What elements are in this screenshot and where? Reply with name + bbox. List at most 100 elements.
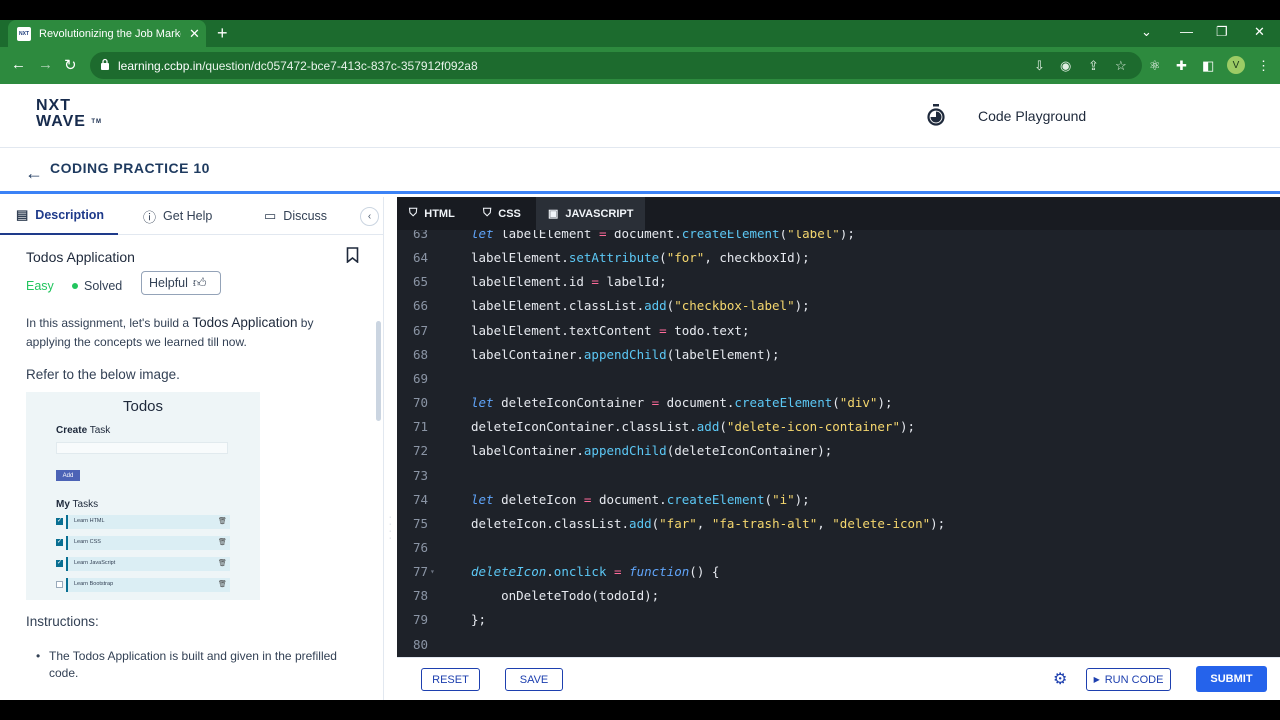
- eye-off-icon[interactable]: ◉: [1060, 58, 1071, 74]
- line-number: 67: [412, 322, 428, 338]
- collapse-panel-button[interactable]: ‹: [360, 207, 379, 226]
- window-restore-button[interactable]: ❐: [1216, 24, 1228, 40]
- gear-icon[interactable]: ⚙: [1053, 669, 1067, 689]
- menu-icon[interactable]: ⋮: [1257, 58, 1270, 74]
- reload-icon[interactable]: ↻: [64, 56, 77, 74]
- extensions-icon[interactable]: ✚: [1176, 58, 1187, 74]
- nxtwave-logo[interactable]: NXT WAVE TM: [36, 98, 102, 130]
- new-tab-button[interactable]: +: [217, 23, 228, 44]
- bookmark-icon[interactable]: [346, 247, 359, 263]
- code-text: let labelElement = document.createElemen…: [471, 230, 855, 241]
- preview-task-item: Learn Bootstrap 🗑︎: [56, 578, 230, 592]
- react-extension-icon[interactable]: ⚛: [1149, 58, 1161, 74]
- code-line[interactable]: 73: [397, 464, 1280, 488]
- stopwatch-icon[interactable]: [926, 104, 946, 126]
- code-line[interactable]: 79};: [397, 608, 1280, 632]
- trash-icon: 🗑︎: [218, 518, 227, 525]
- code-text: labelElement.textContent = todo.text;: [471, 322, 750, 338]
- address-bar[interactable]: learning.ccbp.in/question/dc057472-bce7-…: [90, 52, 1142, 79]
- editor-action-bar: RESET SAVE ⚙ ▶ RUN CODE SUBMIT: [397, 657, 1280, 700]
- preview-add-button: Add: [56, 470, 80, 481]
- code-line[interactable]: 74 let deleteIcon = document.createElemen…: [397, 488, 1280, 512]
- status-dot: [72, 283, 78, 289]
- line-number: 75: [412, 515, 428, 531]
- window-minimize-button[interactable]: —: [1180, 24, 1193, 39]
- checkbox-checked-icon: ✓: [56, 539, 63, 546]
- line-number: 74: [412, 491, 428, 507]
- code-line[interactable]: 65 labelElement.id = labelId;: [397, 270, 1280, 294]
- tab-css[interactable]: ⛉ CSS: [471, 197, 533, 230]
- save-button[interactable]: SAVE: [505, 668, 563, 691]
- code-line[interactable]: 70 let deleteIconContainer = document.cre…: [397, 391, 1280, 415]
- css3-icon: ⛉: [483, 207, 492, 219]
- code-line[interactable]: 78 onDeleteTodo(todoId);: [397, 584, 1280, 608]
- star-icon[interactable]: ☆: [1115, 58, 1127, 74]
- line-number: 65: [412, 274, 428, 290]
- tab-description[interactable]: ▤ Description: [0, 197, 118, 235]
- code-line[interactable]: 66 labelElement.classList.add("checkbox-l…: [397, 294, 1280, 318]
- task-label: Learn Bootstrap: [74, 581, 114, 587]
- code-line[interactable]: 71 deleteIconContainer.classList.add("del…: [397, 415, 1280, 439]
- code-text: let deleteIcon = document.createElement(…: [471, 491, 810, 507]
- run-code-button[interactable]: ▶ RUN CODE: [1086, 668, 1171, 691]
- intro-text: In this assignment, let's build a Todos …: [26, 315, 314, 349]
- code-line[interactable]: 77 ▾ deleteIcon.onclick = function() {: [397, 560, 1280, 584]
- panel-tabs: ▤ Description ⓘ Get Help ▭ Discuss ‹: [0, 197, 383, 235]
- code-line[interactable]: 68 labelContainer.appendChild(labelElemen…: [397, 343, 1280, 367]
- html5-icon: ⛉: [409, 207, 418, 219]
- code-line[interactable]: 72 labelContainer.appendChild(deleteIconC…: [397, 439, 1280, 463]
- helpful-button[interactable]: Helpful 👍︎: [141, 271, 221, 295]
- preview-my-tasks-heading: My Tasks: [56, 499, 99, 510]
- code-text: onDeleteTodo(todoId);: [471, 588, 660, 604]
- task-label: Learn CSS: [74, 539, 101, 545]
- code-line[interactable]: 69: [397, 367, 1280, 391]
- js-file-icon: ▣: [548, 208, 559, 220]
- practice-title: CODING PRACTICE 10: [50, 160, 210, 176]
- chat-icon: ▭: [264, 208, 277, 223]
- profile-avatar[interactable]: V: [1227, 56, 1245, 74]
- code-line[interactable]: 76: [397, 536, 1280, 560]
- trash-icon: 🗑︎: [218, 539, 227, 546]
- tab-get-help[interactable]: ⓘ Get Help: [143, 197, 212, 235]
- submit-button[interactable]: SUBMIT: [1196, 666, 1267, 692]
- code-text: labelElement.id = labelId;: [471, 274, 667, 290]
- line-number: 64: [412, 250, 428, 266]
- code-text: deleteIconContainer.classList.add("delet…: [471, 419, 916, 435]
- tab-html[interactable]: ⛉ HTML: [397, 197, 467, 230]
- reset-button[interactable]: RESET: [421, 668, 480, 691]
- code-line[interactable]: 67 labelElement.textContent = todo.text;: [397, 319, 1280, 343]
- code-area[interactable]: 63 let labelElement = document.createElem…: [397, 230, 1280, 657]
- line-number: 73: [412, 467, 428, 483]
- task-label: Learn HTML: [74, 518, 105, 524]
- browser-tab[interactable]: NXT Revolutionizing the Job Market | ✕: [8, 20, 206, 47]
- tab-discuss[interactable]: ▭ Discuss: [264, 197, 327, 235]
- code-text: deleteIcon.classList.add("far", "fa-tras…: [471, 515, 946, 531]
- tab-search-icon[interactable]: ⌄: [1141, 24, 1152, 40]
- tab-javascript[interactable]: ▣ JAVASCRIPT: [536, 197, 646, 230]
- browser-tab-strip: NXT Revolutionizing the Job Market | ✕ +…: [0, 20, 1280, 47]
- sidebar-icon[interactable]: ◧: [1202, 58, 1214, 74]
- tab-close-icon[interactable]: ✕: [189, 26, 200, 42]
- code-line[interactable]: 75 deleteIcon.classList.add("far", "fa-tr…: [397, 512, 1280, 536]
- forward-icon[interactable]: →: [38, 56, 53, 73]
- code-line[interactable]: 63 let labelElement = document.createElem…: [397, 230, 1280, 246]
- code-editor[interactable]: ⛉ HTML ⛉ CSS ▣ JAVASCRIPT 63 let labelEle…: [397, 197, 1280, 657]
- back-arrow-icon[interactable]: ←: [25, 163, 43, 184]
- window-close-button[interactable]: ✕: [1254, 24, 1265, 40]
- code-line[interactable]: 80: [397, 633, 1280, 657]
- fold-arrow-icon[interactable]: ▾: [430, 560, 435, 584]
- back-icon[interactable]: ←: [11, 56, 26, 73]
- help-icon: ⓘ: [143, 209, 157, 225]
- resize-handle[interactable]: · · · ·: [389, 514, 392, 544]
- line-number: 77: [412, 564, 428, 580]
- line-number: 63: [412, 230, 428, 241]
- instructions-heading: Instructions:: [26, 614, 99, 629]
- share-icon[interactable]: ⇪: [1088, 58, 1099, 74]
- line-number: 68: [412, 346, 428, 362]
- checkbox-checked-icon: ✓: [56, 518, 63, 525]
- solved-status: Solved: [72, 279, 122, 293]
- code-line[interactable]: 64 labelElement.setAttribute("for", check…: [397, 246, 1280, 270]
- install-icon[interactable]: ⇩: [1034, 58, 1045, 74]
- panel-scrollbar[interactable]: [376, 321, 381, 421]
- code-playground-link[interactable]: Code Playground: [978, 108, 1086, 124]
